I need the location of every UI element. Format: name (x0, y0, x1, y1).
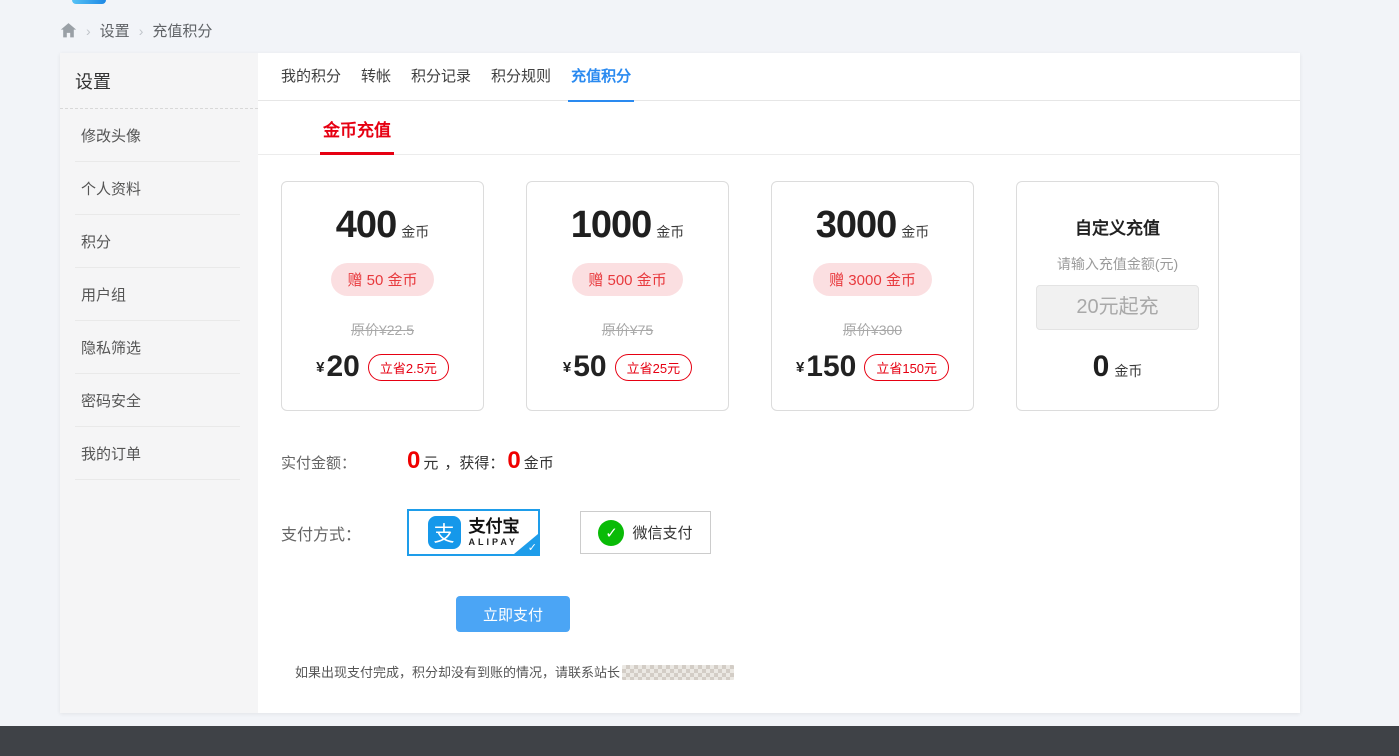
tab-recharge-points[interactable]: 充值积分 (571, 53, 631, 101)
payment-methods: 支付方式： 支 支付宝 ALIPAY ✓ ✓ 微信支付 (258, 509, 1300, 556)
coin-amount: 1000 金币 (527, 204, 728, 247)
price-row: ¥ 50 立省25元 (527, 350, 728, 384)
sidebar-item-privacy[interactable]: 隐私筛选 (75, 321, 240, 374)
custom-hint: 请输入充值金额(元) (1017, 254, 1218, 274)
alipay-subtitle: ALIPAY (469, 538, 520, 547)
custom-amount-input[interactable] (1036, 285, 1199, 330)
bonus-badge: 赠 50 金币 (331, 263, 433, 296)
payment-option-alipay[interactable]: 支 支付宝 ALIPAY ✓ (407, 509, 540, 556)
content-panel: 设置 修改头像 个人资料 积分 用户组 隐私筛选 密码安全 我的订单 我的积分 … (60, 53, 1300, 713)
bonus-badge: 赠 500 金币 (572, 263, 682, 296)
support-note: 如果出现支付完成，积分却没有到账的情况，请联系站长 (295, 662, 1300, 681)
breadcrumb-item-current: 充值积分 (152, 20, 212, 41)
save-badge: 立省150元 (864, 354, 949, 381)
sidebar-item-password[interactable]: 密码安全 (75, 374, 240, 427)
sidebar-item-avatar[interactable]: 修改头像 (75, 109, 240, 162)
recharge-card-custom[interactable]: 自定义充值 请输入充值金额(元) 0 金币 (1016, 181, 1219, 411)
sidebar-title: 设置 (60, 53, 258, 109)
breadcrumb-item-settings[interactable]: 设置 (100, 20, 130, 41)
recharge-options: 400 金币 赠 50 金币 原价¥22.5 ¥ 20 立省2.5元 1000 … (258, 155, 1300, 411)
footer-bar (0, 726, 1399, 756)
original-price: 原价¥22.5 (282, 320, 483, 340)
sidebar-item-usergroup[interactable]: 用户组 (75, 268, 240, 321)
sidebar: 设置 修改头像 个人资料 积分 用户组 隐私筛选 密码安全 我的订单 (60, 53, 258, 713)
tab-points-rules[interactable]: 积分规则 (491, 53, 551, 101)
wechat-name: 微信支付 (632, 522, 692, 543)
tab-transfer[interactable]: 转帐 (361, 53, 391, 101)
sidebar-item-orders[interactable]: 我的订单 (75, 427, 240, 480)
breadcrumb: › 设置 › 充值积分 (60, 0, 212, 53)
main-panel: 我的积分 转帐 积分记录 积分规则 充值积分 金币充值 400 金币 赠 50 … (258, 53, 1300, 713)
payment-summary: 实付金额： 0 元 ，获得： 0 金币 (258, 447, 1300, 475)
coin-amount: 3000 金币 (772, 204, 973, 247)
sidebar-item-profile[interactable]: 个人资料 (75, 162, 240, 215)
recharge-card-400[interactable]: 400 金币 赠 50 金币 原价¥22.5 ¥ 20 立省2.5元 (281, 181, 484, 411)
save-badge: 立省25元 (615, 354, 692, 381)
payment-label: 支付方式： (281, 521, 407, 545)
custom-title: 自定义充值 (1017, 214, 1218, 239)
pay-amount-value: 0 (407, 447, 420, 475)
recharge-card-1000[interactable]: 1000 金币 赠 500 金币 原价¥75 ¥ 50 立省25元 (526, 181, 729, 411)
tab-gold-recharge[interactable]: 金币充值 (320, 116, 394, 154)
sidebar-item-points[interactable]: 积分 (75, 215, 240, 268)
pay-now-button[interactable]: 立即支付 (456, 596, 570, 632)
save-badge: 立省2.5元 (368, 354, 449, 381)
price-row: ¥ 150 立省150元 (772, 350, 973, 384)
breadcrumb-separator: › (139, 23, 144, 39)
tab-my-points[interactable]: 我的积分 (281, 53, 341, 101)
redacted-contact (622, 665, 734, 680)
breadcrumb-separator: › (86, 23, 91, 39)
alipay-name: 支付宝 (469, 518, 520, 535)
summary-label: 实付金额： (281, 452, 407, 473)
original-price: 原价¥300 (772, 320, 973, 340)
original-price: 原价¥75 (527, 320, 728, 340)
recharge-card-3000[interactable]: 3000 金币 赠 3000 金币 原价¥300 ¥ 150 立省150元 (771, 181, 974, 411)
payment-option-wechat[interactable]: ✓ 微信支付 (580, 511, 711, 554)
wechat-pay-icon: ✓ (598, 520, 624, 546)
tab-bar: 我的积分 转帐 积分记录 积分规则 充值积分 (258, 53, 1300, 101)
coin-amount: 400 金币 (282, 204, 483, 247)
subtab-bar: 金币充值 (258, 101, 1300, 155)
alipay-icon: 支 (428, 516, 461, 549)
custom-coin-amount: 0 金币 (1017, 350, 1218, 384)
checkmark-icon: ✓ (528, 541, 537, 554)
home-icon[interactable] (60, 22, 77, 39)
bonus-badge: 赠 3000 金币 (813, 263, 932, 296)
price-row: ¥ 20 立省2.5元 (282, 350, 483, 384)
coin-gain-value: 0 (507, 447, 520, 475)
tab-points-log[interactable]: 积分记录 (411, 53, 471, 101)
